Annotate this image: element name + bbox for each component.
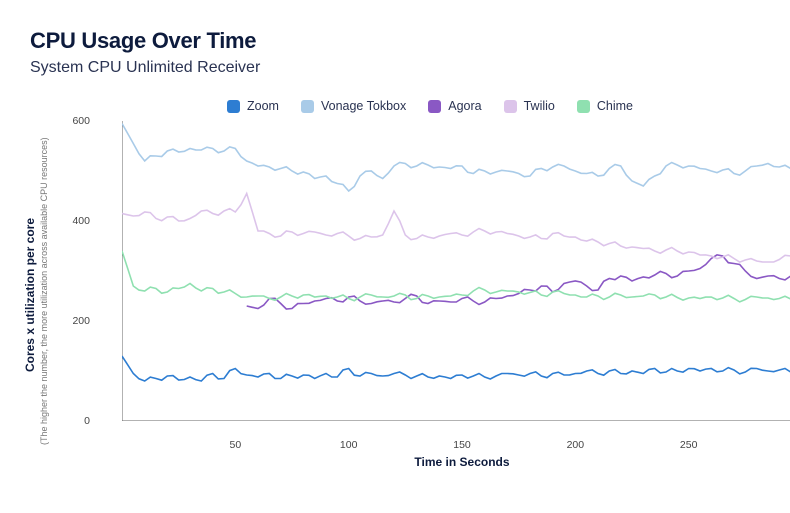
y-tick: 600 [72, 115, 90, 127]
legend-item-vonage-tokbox: Vonage Tokbox [301, 99, 406, 113]
x-tick: 150 [453, 439, 471, 451]
legend-label: Vonage Tokbox [321, 99, 406, 113]
legend-item-zoom: Zoom [227, 99, 279, 113]
y-tick: 0 [84, 415, 90, 427]
chart-title: CPU Usage Over Time [30, 28, 770, 54]
legend-item-twilio: Twilio [504, 99, 555, 113]
legend-swatch [504, 100, 517, 113]
legend-label: Chime [597, 99, 633, 113]
plot-region: 0200400600 50100150200250300 [122, 121, 790, 421]
legend-swatch [428, 100, 441, 113]
legend-swatch [577, 100, 590, 113]
series-chime [122, 251, 790, 302]
legend-label: Agora [448, 99, 481, 113]
legend-swatch [301, 100, 314, 113]
chart-subtitle: System CPU Unlimited Receiver [30, 59, 770, 77]
chart-area: Cores x utilization per core (The higher… [72, 121, 770, 469]
series-zoom [122, 356, 790, 381]
x-axis-label: Time in Seconds [122, 455, 790, 469]
y-axis-sublabel: (The higher the number, the more utiliza… [39, 145, 49, 445]
legend-label: Twilio [524, 99, 555, 113]
y-tick: 400 [72, 215, 90, 227]
legend-swatch [227, 100, 240, 113]
x-tick: 250 [680, 439, 698, 451]
legend-item-chime: Chime [577, 99, 633, 113]
series-twilio [122, 194, 790, 263]
legend: Zoom Vonage Tokbox Agora Twilio Chime [90, 99, 770, 113]
x-tick: 200 [567, 439, 585, 451]
x-tick: 50 [229, 439, 241, 451]
series-agora [247, 255, 790, 309]
series-vonage-tokbox [122, 124, 790, 192]
legend-label: Zoom [247, 99, 279, 113]
x-tick: 100 [340, 439, 358, 451]
y-axis-label: Cores x utilization per core [23, 145, 37, 445]
legend-item-agora: Agora [428, 99, 481, 113]
y-tick: 200 [72, 315, 90, 327]
